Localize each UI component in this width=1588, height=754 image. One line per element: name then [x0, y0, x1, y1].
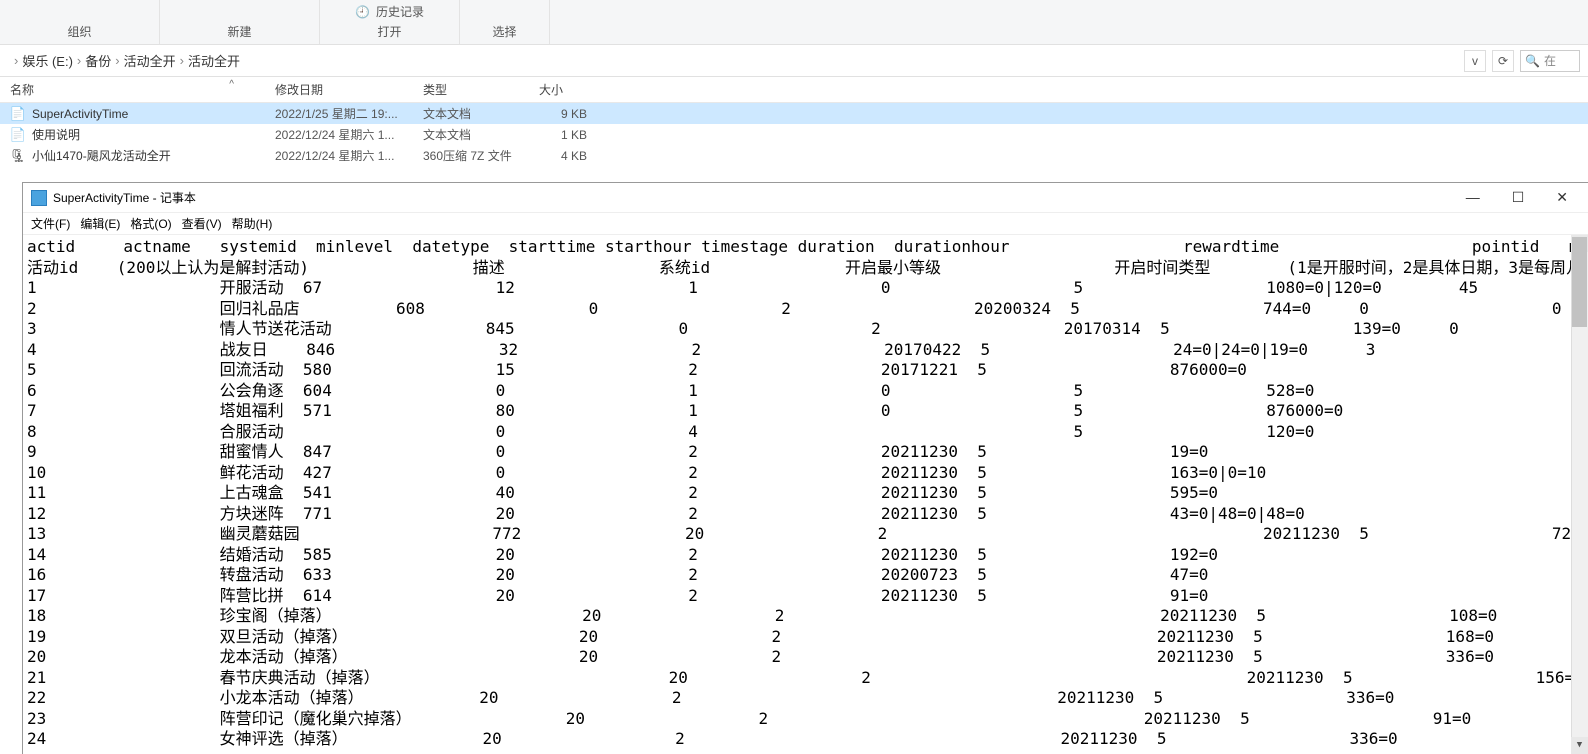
- chevron-right-icon: ›: [180, 53, 184, 68]
- notepad-icon: [31, 190, 47, 206]
- search-placeholder: 在: [1544, 52, 1556, 69]
- file-date: 2022/12/24 星期六 1...: [265, 147, 413, 164]
- scroll-down-button[interactable]: ▼: [1571, 737, 1588, 754]
- dropdown-button[interactable]: v: [1464, 50, 1486, 72]
- close-button[interactable]: ✕: [1552, 187, 1572, 208]
- file-name: SuperActivityTime: [32, 107, 128, 121]
- col-name[interactable]: 名称: [0, 77, 265, 102]
- notepad-menu: 文件(F) 编辑(E) 格式(O) 查看(V) 帮助(H): [23, 213, 1588, 235]
- notepad-window: SuperActivityTime - 记事本 — ☐ ✕ 文件(F) 编辑(E…: [22, 182, 1588, 754]
- crumb[interactable]: 娱乐 (E:): [22, 51, 73, 70]
- file-name: 使用说明: [32, 126, 80, 143]
- scroll-thumb[interactable]: [1572, 237, 1587, 327]
- breadcrumb[interactable]: › 娱乐 (E:) › 备份 › 活动全开 › 活动全开: [8, 51, 1458, 70]
- col-type[interactable]: 类型: [413, 77, 529, 102]
- notepad-titlebar[interactable]: SuperActivityTime - 记事本 — ☐ ✕: [23, 183, 1588, 213]
- ribbon-label: 选择: [492, 23, 516, 40]
- refresh-icon: ⟳: [1498, 54, 1508, 68]
- scrollbar[interactable]: ▲ ▼: [1571, 235, 1588, 754]
- crumb[interactable]: 备份: [85, 51, 111, 70]
- notepad-title: SuperActivityTime - 记事本: [53, 189, 1456, 206]
- window-buttons: — ☐ ✕: [1462, 187, 1572, 208]
- file-icon: [10, 106, 26, 122]
- menu-help[interactable]: 帮助(H): [232, 215, 273, 232]
- ribbon: 组织 新建 历史记录 打开 选择: [0, 0, 1588, 45]
- ribbon-label: 组织: [67, 23, 91, 40]
- menu-view[interactable]: 查看(V): [182, 215, 222, 232]
- file-name: 小仙1470-飓风龙活动全开: [32, 147, 171, 164]
- file-date: 2022/1/25 星期二 19:...: [265, 105, 413, 122]
- col-date[interactable]: 修改日期: [265, 77, 413, 102]
- file-size: 4 KB: [529, 149, 597, 163]
- chevron-right-icon: ›: [77, 53, 81, 68]
- col-size[interactable]: 大小: [529, 77, 597, 102]
- file-row[interactable]: 使用说明 2022/12/24 星期六 1...文本文档1 KB: [0, 124, 1588, 145]
- file-row[interactable]: 小仙1470-飓风龙活动全开 2022/12/24 星期六 1...360压缩 7…: [0, 145, 1588, 166]
- menu-file[interactable]: 文件(F): [31, 215, 70, 232]
- file-icon: [10, 148, 26, 164]
- ribbon-group-open[interactable]: 历史记录 打开: [320, 0, 460, 44]
- search-input[interactable]: 🔍 在: [1520, 50, 1580, 72]
- chevron-down-icon: v: [1472, 54, 1478, 68]
- file-type: 文本文档: [413, 105, 529, 122]
- file-type: 360压缩 7Z 文件: [413, 147, 529, 164]
- file-list: SuperActivityTime 2022/1/25 星期二 19:...文本文…: [0, 103, 1588, 166]
- history-icon[interactable]: [355, 5, 370, 19]
- menu-format[interactable]: 格式(O): [130, 215, 171, 232]
- file-date: 2022/12/24 星期六 1...: [265, 126, 413, 143]
- address-bar: › 娱乐 (E:) › 备份 › 活动全开 › 活动全开 v ⟳ 🔍 在: [0, 45, 1588, 77]
- file-type: 文本文档: [413, 126, 529, 143]
- chevron-right-icon: ›: [14, 53, 18, 68]
- file-row[interactable]: SuperActivityTime 2022/1/25 星期二 19:...文本文…: [0, 103, 1588, 124]
- ribbon-group-organize[interactable]: 组织: [0, 0, 160, 44]
- search-icon: 🔍: [1525, 54, 1540, 68]
- ribbon-label: 新建: [227, 23, 251, 40]
- text-content[interactable]: actid actname systemid minlevel datetype…: [27, 237, 1584, 750]
- ribbon-label: 打开: [377, 23, 401, 40]
- history-label: 历史记录: [376, 3, 424, 20]
- maximize-button[interactable]: ☐: [1508, 187, 1529, 208]
- notepad-body[interactable]: actid actname systemid minlevel datetype…: [23, 235, 1588, 754]
- file-list-header: 名称 修改日期 类型 大小: [0, 77, 1588, 103]
- file-icon: [10, 127, 26, 143]
- file-size: 1 KB: [529, 128, 597, 142]
- chevron-right-icon: ›: [115, 53, 119, 68]
- crumb[interactable]: 活动全开: [188, 51, 240, 70]
- menu-edit[interactable]: 编辑(E): [80, 215, 120, 232]
- crumb[interactable]: 活动全开: [124, 51, 176, 70]
- refresh-button[interactable]: ⟳: [1492, 50, 1514, 72]
- minimize-button[interactable]: —: [1462, 187, 1484, 208]
- ribbon-group-select[interactable]: 选择: [460, 0, 550, 44]
- file-size: 9 KB: [529, 107, 597, 121]
- ribbon-group-new[interactable]: 新建: [160, 0, 320, 44]
